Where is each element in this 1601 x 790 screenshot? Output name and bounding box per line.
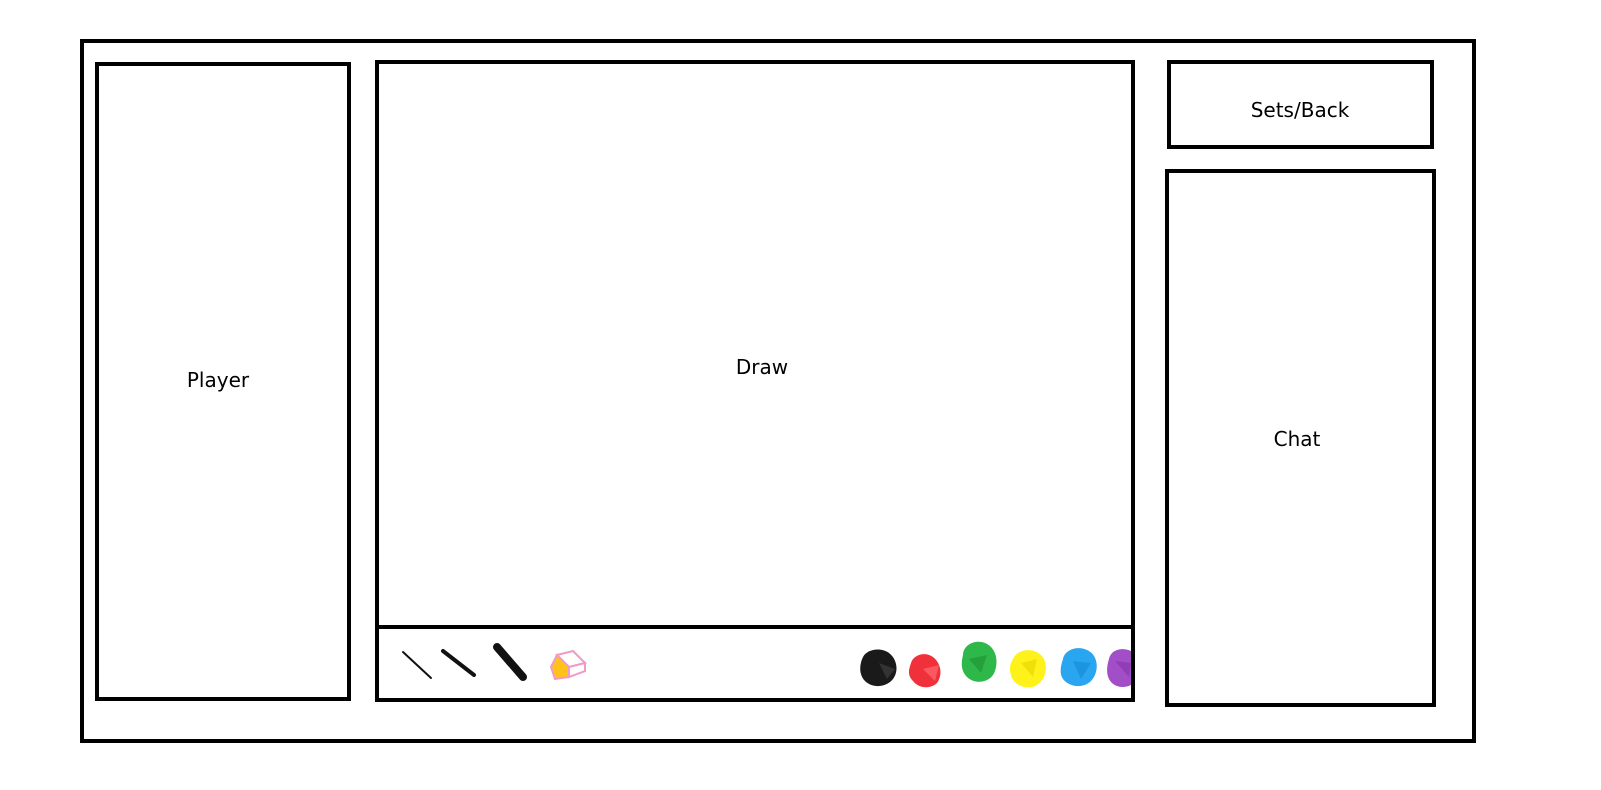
draw-label: Draw xyxy=(735,355,789,379)
color-swatch-black[interactable] xyxy=(857,645,901,691)
color-swatch-purple[interactable] xyxy=(1105,643,1133,691)
player-panel: Player xyxy=(95,62,351,701)
thick-brush-icon[interactable] xyxy=(491,641,531,683)
chat-label: Chat xyxy=(1273,427,1321,451)
sets-back-label: Sets/Back xyxy=(1250,98,1350,122)
color-swatch-red[interactable] xyxy=(905,649,945,691)
drawing-toolbar xyxy=(375,625,1135,702)
chat-panel[interactable]: Chat xyxy=(1165,169,1436,707)
eraser-icon[interactable] xyxy=(547,645,589,685)
color-swatch-blue[interactable] xyxy=(1057,643,1101,691)
draw-canvas[interactable]: Draw xyxy=(375,60,1135,702)
medium-brush-icon[interactable] xyxy=(439,645,479,681)
color-swatch-yellow[interactable] xyxy=(1007,645,1049,691)
color-swatch-green[interactable] xyxy=(957,637,1001,687)
player-label: Player xyxy=(186,368,250,392)
thin-brush-icon[interactable] xyxy=(399,647,435,683)
sets-back-button[interactable]: Sets/Back xyxy=(1167,60,1434,149)
